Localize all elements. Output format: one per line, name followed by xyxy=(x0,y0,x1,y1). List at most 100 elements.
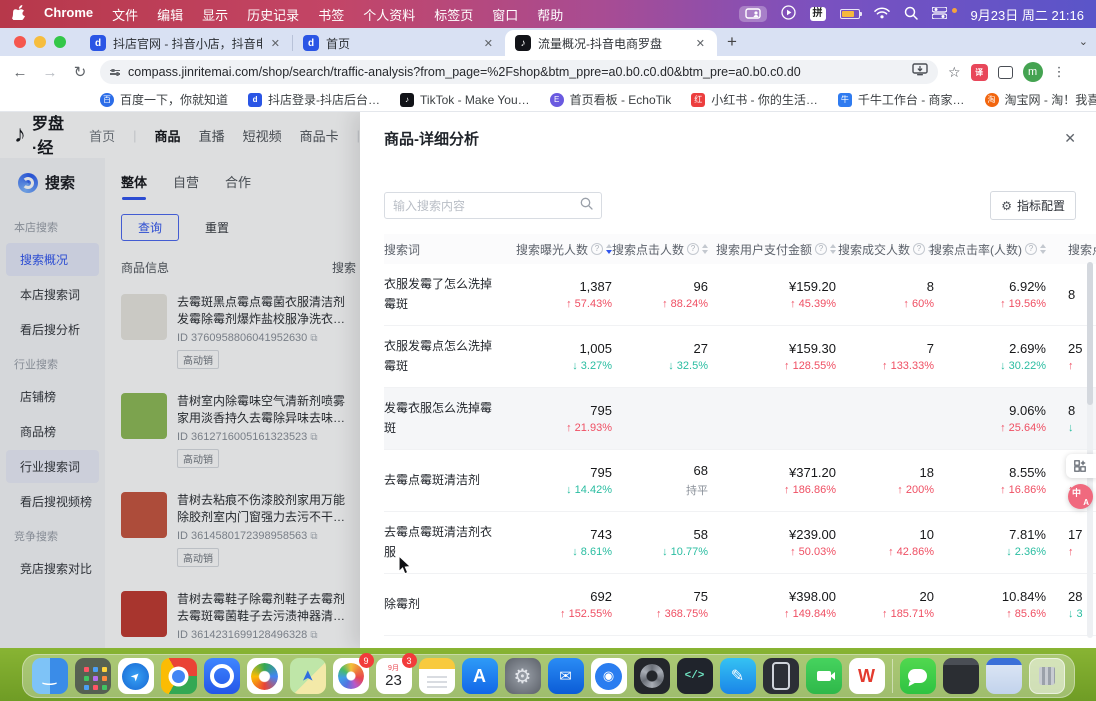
wifi-icon[interactable] xyxy=(874,7,890,22)
bookmark-item-0[interactable]: 百百度一下，你就知道 xyxy=(100,91,228,108)
bookmark-item-4[interactable]: 红小红书 - 你的生活… xyxy=(691,91,818,108)
dock-icon-trash[interactable] xyxy=(1029,658,1065,694)
reset-button[interactable]: 重置 xyxy=(205,219,229,236)
copy-icon[interactable]: ⧉ xyxy=(310,531,317,542)
dock-icon-safari[interactable] xyxy=(118,658,154,694)
reload-icon[interactable]: ↻ xyxy=(70,63,90,81)
dock-icon-system-settings[interactable]: ⚙ xyxy=(505,658,541,694)
profile-avatar[interactable]: m xyxy=(1023,62,1043,82)
scope-tab-1[interactable]: 自营 xyxy=(173,172,199,200)
help-icon[interactable]: ? xyxy=(913,243,925,255)
apple-menu-icon[interactable] xyxy=(12,5,25,23)
browser-tab-1[interactable]: d首页✕ xyxy=(293,30,505,56)
tab-close-icon[interactable]: ✕ xyxy=(269,37,282,50)
site-settings-icon[interactable] xyxy=(110,70,120,75)
dock-icon-finder[interactable]: ‿ xyxy=(32,658,68,694)
chrome-menu-icon[interactable]: ⋮ xyxy=(1053,64,1066,80)
dock-icon-notes[interactable] xyxy=(419,658,455,694)
table-row-0[interactable]: 衣服发霉了怎么洗掉霉斑1,387↑ 57.43%96↑ 88.24%¥159.2… xyxy=(384,264,1096,326)
metric-config-button[interactable]: ⚙ 指标配置 xyxy=(990,191,1076,220)
product-item-2[interactable]: 昔树去粘痕不伤漆胶剂家用万能除胶剂室内门窗强力去污不干…ID 361458017… xyxy=(121,480,360,579)
translate-widget[interactable]: 中 A xyxy=(1068,484,1093,509)
table-row-3[interactable]: 去霉点霉斑清洁剂795↓ 14.42%68持平¥371.20↑ 186.86%1… xyxy=(384,450,1096,512)
drawer-scrollbar[interactable] xyxy=(1087,262,1093,638)
install-pwa-icon[interactable] xyxy=(912,63,928,81)
menubar-item-4[interactable]: 历史记录 xyxy=(247,5,299,24)
dock-icon-dev-tool[interactable]: </> xyxy=(677,658,713,694)
help-icon[interactable]: ? xyxy=(1025,243,1037,255)
drawer-close-icon[interactable]: ✕ xyxy=(1064,130,1076,147)
tab-close-icon[interactable]: ✕ xyxy=(482,37,495,50)
app-nav-2[interactable]: 直播 xyxy=(199,126,225,145)
dock-icon-facetime[interactable] xyxy=(806,658,842,694)
menubar-item-9[interactable]: 帮助 xyxy=(537,5,563,24)
dock-icon-capcut[interactable]: ✎ xyxy=(720,658,756,694)
copy-icon[interactable]: ⧉ xyxy=(310,333,317,344)
dock-icon-iphone-mirroring[interactable] xyxy=(763,658,799,694)
bookmark-item-5[interactable]: 牛千牛工作台 - 商家… xyxy=(838,91,965,108)
dock-icon-launchpad[interactable] xyxy=(75,658,111,694)
spotlight-search-icon[interactable] xyxy=(904,6,918,23)
menubar-item-3[interactable]: 显示 xyxy=(202,5,228,24)
bookmark-item-3[interactable]: E首页看板 - EchoTik xyxy=(550,91,672,108)
close-window-button[interactable] xyxy=(14,36,26,48)
bookmark-item-6[interactable]: 淘淘宝网 - 淘！我喜欢 xyxy=(985,91,1096,108)
copy-icon[interactable]: ⧉ xyxy=(310,432,317,443)
sidebar-item-0-2[interactable]: 看后搜分析 xyxy=(6,313,99,346)
menubar-item-6[interactable]: 个人资料 xyxy=(363,5,415,24)
menubar-item-7[interactable]: 标签页 xyxy=(434,5,473,24)
sidebar-item-2-0[interactable]: 竞店搜索对比 xyxy=(6,552,99,585)
table-row-4[interactable]: 去霉点霉斑清洁剂衣服743↓ 8.61%58↓ 10.77%¥239.00↑ 5… xyxy=(384,512,1096,574)
keyword-search-input[interactable] xyxy=(393,199,574,213)
col-header-2[interactable]: 搜索点击人数? xyxy=(612,241,708,258)
bookmark-star-icon[interactable]: ☆ xyxy=(948,64,961,81)
help-icon[interactable]: ? xyxy=(687,243,699,255)
tab-search-chevron-icon[interactable]: ⌄ xyxy=(1079,35,1088,48)
bookmark-item-1[interactable]: d抖店登录-抖店后台… xyxy=(248,91,380,108)
col-header-6[interactable]: 搜索点击-成交率(人数) xyxy=(1046,241,1096,258)
product-item-1[interactable]: 昔树室内除霉味空气清新剂喷雾家用淡香持久去霉除异味去味…ID 361271600… xyxy=(121,381,360,480)
dock-icon-camera-lens[interactable] xyxy=(634,658,670,694)
app-nav-4[interactable]: 商品卡 xyxy=(300,126,339,145)
minimize-window-button[interactable] xyxy=(34,36,46,48)
col-header-1[interactable]: 搜索曝光人数? xyxy=(512,241,612,258)
control-center-icon[interactable] xyxy=(932,7,947,22)
sidebar-item-1-0[interactable]: 店铺榜 xyxy=(6,380,99,413)
sidebar-item-1-3[interactable]: 看后搜视频榜 xyxy=(6,485,99,518)
col-header-5[interactable]: 搜索点击率(人数)? xyxy=(934,241,1046,258)
dock-icon-maps[interactable] xyxy=(290,658,326,694)
app-nav-0[interactable]: 首页 xyxy=(89,126,115,145)
menubar-item-2[interactable]: 编辑 xyxy=(157,5,183,24)
menubar-item-5[interactable]: 书签 xyxy=(318,5,344,24)
query-button[interactable]: 查询 xyxy=(121,214,179,241)
table-row-2[interactable]: 发霉衣服怎么洗掉霉斑795↑ 21.93%9.06%↑ 25.64%8↓ xyxy=(384,388,1096,450)
dock-icon-quark[interactable] xyxy=(204,658,240,694)
screen-sharing-icon[interactable] xyxy=(739,6,767,22)
back-icon[interactable]: ← xyxy=(10,64,30,81)
menubar-item-8[interactable]: 窗口 xyxy=(492,5,518,24)
dock-icon-photos[interactable]: 9 xyxy=(333,658,369,694)
sidebar-item-1-1[interactable]: 商品榜 xyxy=(6,415,99,448)
bookmark-item-2[interactable]: ♪TikTok - Make You… xyxy=(400,93,530,107)
dock-icon-chrome[interactable] xyxy=(161,658,197,694)
window-controls[interactable] xyxy=(14,36,66,48)
input-method-badge[interactable]: 拼 xyxy=(810,7,826,21)
sidebar-item-0-1[interactable]: 本店搜索词 xyxy=(6,278,99,311)
url-text[interactable]: compass.jinritemai.com/shop/search/traff… xyxy=(128,65,904,79)
dock-icon-calendar[interactable]: 9月233 xyxy=(376,658,412,694)
copy-icon[interactable]: ⧉ xyxy=(310,630,317,641)
col-header-3[interactable]: 搜索用户支付金额? xyxy=(708,241,836,258)
product-item-3[interactable]: 昔树去霉鞋子除霉剂鞋子去霉剂去霉斑霉菌鞋子去污渍神器清…ID 361423169… xyxy=(121,579,360,648)
help-icon[interactable]: ? xyxy=(591,243,603,255)
dock-icon-wps[interactable]: W xyxy=(849,658,885,694)
dock-icon-window-preview-blue[interactable] xyxy=(986,658,1022,694)
scope-tab-2[interactable]: 合作 xyxy=(225,172,251,200)
app-nav-3[interactable]: 短视频 xyxy=(243,126,282,145)
address-bar[interactable]: compass.jinritemai.com/shop/search/traff… xyxy=(100,60,938,84)
col-header-4[interactable]: 搜索成交人数? xyxy=(836,241,934,258)
sidebar-item-0-0[interactable]: 搜索概况 xyxy=(6,243,99,276)
menubar-item-1[interactable]: 文件 xyxy=(112,5,138,24)
dock-icon-messages[interactable] xyxy=(900,658,936,694)
tab-close-icon[interactable]: ✕ xyxy=(694,37,707,50)
playback-icon[interactable] xyxy=(781,5,796,23)
